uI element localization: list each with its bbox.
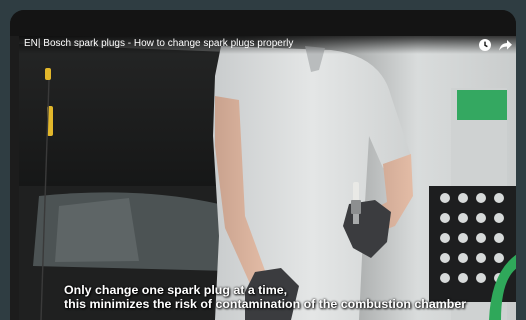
video-card: EN| Bosch spark plugs - How to change sp… [10, 10, 516, 320]
dipstick-handle [45, 68, 51, 80]
subtitle-line-1: Only change one spark plug at a time, [64, 283, 288, 297]
clock-icon[interactable] [477, 37, 493, 53]
video-player[interactable]: EN| Bosch spark plugs - How to change sp… [19, 36, 516, 320]
subtitle-caption: Only change one spark plug at a time, th… [64, 283, 466, 311]
spark-plug-body [351, 200, 361, 214]
car-window-reflection [55, 198, 139, 262]
spark-plug-thread [353, 214, 359, 224]
card-top-bar [10, 10, 516, 36]
video-title[interactable]: EN| Bosch spark plugs - How to change sp… [24, 38, 293, 49]
video-frame [19, 36, 516, 320]
share-arrow-icon[interactable] [497, 37, 513, 53]
subtitle-line-2: this minimizes the risk of contamination… [64, 297, 467, 311]
spark-plug-insulator [353, 182, 359, 202]
equipment-green-panel [457, 90, 507, 120]
video-header-overlay: EN| Bosch spark plugs - How to change sp… [19, 36, 516, 54]
